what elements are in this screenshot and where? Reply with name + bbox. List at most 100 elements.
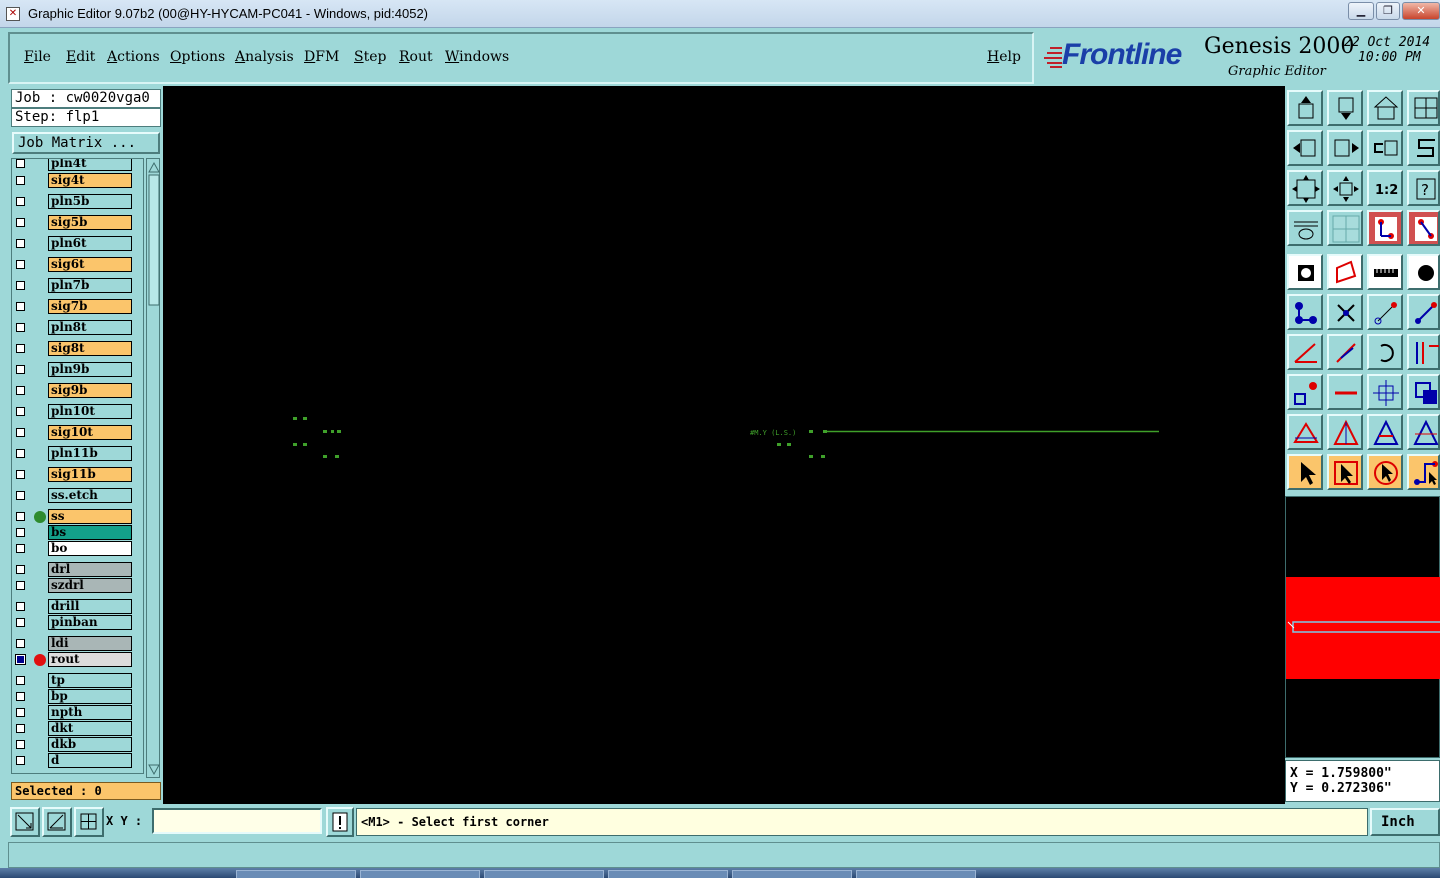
layer-affected-checkbox[interactable]	[16, 197, 25, 206]
upload-icon[interactable]	[1287, 90, 1323, 126]
polygon-icon[interactable]	[1327, 254, 1363, 290]
angle-icon[interactable]	[1287, 334, 1323, 370]
route-nodes-icon[interactable]	[1287, 294, 1323, 330]
menu-windows[interactable]: Windows	[445, 49, 509, 65]
layer-row-pln11b[interactable]: pln11b	[12, 446, 143, 462]
layer-affected-checkbox[interactable]	[16, 544, 25, 553]
layer-name-button[interactable]: tp	[48, 673, 132, 688]
alert-icon[interactable]	[326, 807, 354, 837]
help-icon[interactable]: ?	[1407, 170, 1440, 206]
layer-affected-checkbox[interactable]	[16, 491, 25, 500]
download-icon[interactable]	[1327, 90, 1363, 126]
layer-name-button[interactable]: drl	[48, 562, 132, 577]
layer-affected-checkbox[interactable]	[16, 692, 25, 701]
zoom-center-icon[interactable]	[1327, 170, 1363, 206]
layer-affected-checkbox[interactable]	[16, 756, 25, 765]
zoom-1-2-icon[interactable]: 1:2	[1367, 170, 1403, 206]
layer-row-sig10t[interactable]: sig10t	[12, 425, 143, 441]
layer-row-pln9b[interactable]: pln9b	[12, 362, 143, 378]
layer-name-button[interactable]: pln7b	[48, 278, 132, 293]
layer-row-szdrl[interactable]: szdrl	[12, 578, 143, 594]
layer-name-button[interactable]: dkb	[48, 737, 132, 752]
units-selector[interactable]: Inch	[1370, 808, 1440, 836]
layer-row-ss[interactable]: ss	[12, 509, 143, 525]
layer-name-button[interactable]: ss	[48, 509, 132, 524]
taskbar-item[interactable]	[236, 870, 356, 878]
swap-icon[interactable]	[1367, 130, 1403, 166]
select-icon[interactable]	[1327, 454, 1363, 490]
net-red-alt-icon[interactable]	[1407, 210, 1440, 246]
sketch-icon[interactable]	[1287, 210, 1323, 246]
layer-name-button[interactable]: bs	[48, 525, 132, 540]
menu-step[interactable]: Step	[354, 49, 386, 65]
select-route-icon[interactable]	[1407, 454, 1440, 490]
restore-button[interactable]: ❐	[1376, 2, 1400, 20]
layer-name-button[interactable]: pln11b	[48, 446, 132, 461]
home-icon[interactable]	[1367, 90, 1403, 126]
job-matrix-button[interactable]: Job Matrix ...	[12, 132, 160, 154]
layer-row-dkt[interactable]: dkt	[12, 721, 143, 737]
layer-name-button[interactable]: sig9b	[48, 383, 132, 398]
menu-dfm[interactable]: DFM	[304, 49, 339, 65]
layer-name-button[interactable]: sig7b	[48, 299, 132, 314]
layer-affected-checkbox[interactable]	[16, 281, 25, 290]
layer-name-button[interactable]: szdrl	[48, 578, 132, 593]
layer-row-drl[interactable]: drl	[12, 562, 143, 578]
taskbar-item[interactable]	[608, 870, 728, 878]
layer-row-sig5b[interactable]: sig5b	[12, 215, 143, 231]
layer-row-pinban[interactable]: pinban	[12, 615, 143, 631]
grid-snap-icon[interactable]	[74, 807, 104, 837]
layer-row-pln7b[interactable]: pln7b	[12, 278, 143, 294]
layer-affected-checkbox[interactable]	[16, 386, 25, 395]
layer-row-sig11b[interactable]: sig11b	[12, 467, 143, 483]
layer-row-rout[interactable]: rout	[12, 652, 143, 668]
snap-icon[interactable]	[1287, 254, 1323, 290]
angle-snap-icon[interactable]	[42, 807, 72, 837]
window-icon[interactable]	[1407, 90, 1440, 126]
layer-affected-checkbox[interactable]	[16, 708, 25, 717]
layer-row-pln6t[interactable]: pln6t	[12, 236, 143, 252]
layer-name-button[interactable]: sig8t	[48, 341, 132, 356]
slash-icon[interactable]	[1327, 334, 1363, 370]
menu-edit[interactable]: Edit	[66, 49, 95, 65]
zoom-fit-icon[interactable]	[1287, 170, 1323, 206]
menu-actions[interactable]: Actions	[107, 49, 160, 65]
layer-list-scrollbar[interactable]	[146, 158, 160, 778]
s-curve-icon[interactable]	[1407, 130, 1440, 166]
layer-display-indicator[interactable]	[34, 654, 46, 666]
layer-name-button[interactable]: sig11b	[48, 467, 132, 482]
layer-name-button[interactable]: d	[48, 753, 132, 768]
line-point-icon[interactable]	[1367, 294, 1403, 330]
select-alt-icon[interactable]	[1367, 454, 1403, 490]
close-button[interactable]: ✕	[1402, 2, 1440, 20]
layer-affected-checkbox[interactable]	[16, 740, 25, 749]
layer-name-button[interactable]: pln6t	[48, 236, 132, 251]
layer-row-sig9b[interactable]: sig9b	[12, 383, 143, 399]
layer-row-bs[interactable]: bs	[12, 525, 143, 541]
layer-affected-checkbox[interactable]	[16, 428, 25, 437]
layer-name-button[interactable]: ldi	[48, 636, 132, 651]
layer-affected-checkbox[interactable]	[16, 676, 25, 685]
layer-row-pln10t[interactable]: pln10t	[12, 404, 143, 420]
ruler-icon[interactable]	[1367, 254, 1403, 290]
layer-affected-checkbox[interactable]	[16, 512, 25, 521]
layer-display-indicator[interactable]	[34, 511, 46, 523]
layer-name-button[interactable]: sig4t	[48, 173, 132, 188]
layer-row-pln4t[interactable]: pln4t	[12, 159, 143, 172]
layer-row-sig7b[interactable]: sig7b	[12, 299, 143, 315]
layer-row-drill[interactable]: drill	[12, 599, 143, 615]
net-red-icon[interactable]	[1367, 210, 1403, 246]
layer-row-d[interactable]: d	[12, 753, 143, 769]
layer-name-button[interactable]: bo	[48, 541, 132, 556]
move-left-icon[interactable]	[1287, 130, 1323, 166]
layer-row-sig4t[interactable]: sig4t	[12, 173, 143, 189]
layer-affected-checkbox[interactable]	[16, 159, 25, 168]
layer-row-npth[interactable]: npth	[12, 705, 143, 721]
cross-icon[interactable]	[1327, 294, 1363, 330]
dash-icon[interactable]	[1327, 374, 1363, 410]
node-icon[interactable]	[1287, 374, 1323, 410]
pad-icon[interactable]	[1407, 254, 1440, 290]
layer-row-ss-etch[interactable]: ss.etch	[12, 488, 143, 504]
layer-affected-checkbox[interactable]	[16, 239, 25, 248]
menu-file[interactable]: File	[24, 49, 51, 65]
